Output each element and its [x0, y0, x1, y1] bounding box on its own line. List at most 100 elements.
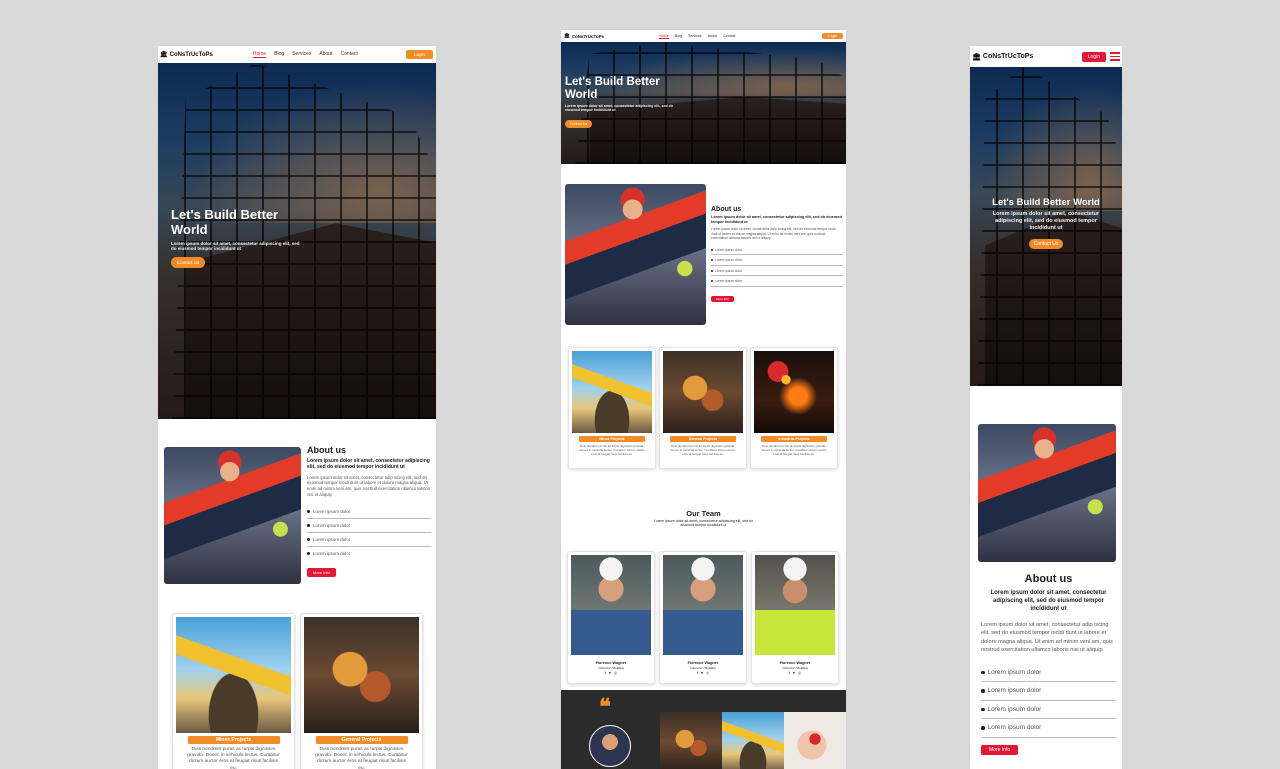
brand-logo[interactable]: 🏛 CoNsTrUcToPs [564, 33, 604, 39]
preview-desktop: 🏛 CoNsTrUcToPs Home Blog Services About … [158, 46, 436, 769]
about-section: About us Lorem ipsum dolor sit amet, con… [158, 419, 436, 609]
team-card[interactable]: Florence Wagner Instructor / Building f ♥… [659, 551, 747, 684]
nav-home[interactable]: Home [252, 51, 267, 58]
list-item: Lorem ipsum dolor [711, 266, 843, 277]
brand-logo[interactable]: 🏛 CoNsTrUcToPs [972, 53, 1033, 61]
project-card[interactable]: General Projects Duis hendrerit purus ac… [659, 347, 747, 469]
about-title: About us [711, 206, 742, 213]
preview-full-page: 🏛 CoNsTrUcToPs Home Blog Services About … [561, 30, 846, 769]
bullet-icon [711, 280, 713, 283]
project-card[interactable]: General Projects Duis hendrerit purus ac… [300, 613, 423, 769]
member-name: Florence Wagner [779, 661, 811, 665]
about-photo [978, 424, 1116, 562]
about-body: Lorem ipsum dolor sit amet, consectetur … [307, 474, 430, 497]
list-item: Lorem ipsum dolor [981, 701, 1116, 720]
login-button[interactable]: Login [1081, 51, 1106, 62]
project-image [754, 351, 834, 433]
nav-contact[interactable]: Contact [723, 34, 735, 39]
member-name: Florence Wagner [595, 661, 627, 665]
brand-name: CoNsTrUcToPs [571, 33, 605, 39]
team-subtitle: Lorem ipsum dolor sit amet, consectetur … [653, 519, 754, 528]
instagram-icon[interactable]: ◎ [614, 671, 617, 675]
bullet-icon [711, 248, 713, 251]
team-card[interactable]: Florence Wagner Instructor / Building f ♥… [751, 551, 839, 684]
hamburger-menu-icon[interactable] [1110, 52, 1120, 61]
bullet-icon [981, 707, 985, 712]
bullet-icon [981, 689, 985, 693]
about-photo [565, 184, 706, 325]
preview-mobile: 🏛 CoNsTrUcToPs Login Let's Build Better … [970, 46, 1122, 769]
gallery-image [784, 712, 846, 769]
twitter-icon[interactable]: ♥ [793, 671, 795, 675]
more-info-button[interactable]: More Info [711, 295, 734, 302]
quote-icon: ❝ [599, 694, 611, 719]
nav-about[interactable]: About [708, 34, 717, 39]
bullet-icon [307, 537, 310, 541]
testimonial-section: ❝ [561, 690, 846, 769]
facebook-icon[interactable]: f [605, 671, 606, 675]
facebook-icon[interactable]: f [697, 671, 698, 675]
nav-contact[interactable]: Contact [340, 51, 357, 58]
nav-about[interactable]: About [319, 51, 332, 58]
login-button[interactable]: Login [822, 33, 843, 39]
project-card[interactable]: Mines Projects Duis hendrerit purus ac t… [172, 613, 295, 769]
navbar: 🏛 CoNsTrUcToPs Home Blog Services About … [561, 30, 846, 42]
projects-section: Mines Projects Duis hendrerit purus ac t… [561, 344, 846, 484]
twitter-icon[interactable]: ♥ [701, 671, 703, 675]
project-card[interactable]: Industrial Projects Duis hendrerit purus… [750, 347, 838, 469]
list-item: Lorem ipsum dolor [307, 547, 431, 561]
facebook-icon[interactable]: f [789, 671, 790, 675]
project-label: General Projects [315, 736, 408, 744]
member-role: Instructor / Building [782, 666, 808, 670]
project-label: Mines Projects [187, 736, 280, 744]
list-item: Lorem ipsum dolor [711, 255, 843, 266]
team-card[interactable]: Florence Wagner Instructor / Building f ♥… [567, 551, 655, 684]
contact-us-button[interactable]: Contact Us [1028, 239, 1064, 250]
hero-subtitle: Lorem ipsum dolor sit amet, consectetur … [171, 241, 300, 252]
more-info-button[interactable]: More Info [981, 744, 1019, 755]
hero-title: Let's Build Better World [992, 197, 1100, 208]
project-image [304, 617, 419, 733]
contact-us-button[interactable]: Contact Us [171, 257, 206, 269]
instagram-icon[interactable]: ◎ [798, 671, 801, 675]
about-title: About us [1024, 573, 1073, 585]
nav-blog[interactable]: Blog [675, 34, 682, 39]
gallery-image [660, 712, 722, 769]
project-text: Duis hendrerit purus ac turpis dignissim… [187, 747, 280, 769]
building-icon: 🏛 [160, 52, 168, 58]
list-item: Lorem ipsum dolor [307, 519, 431, 533]
twitter-icon[interactable]: ♥ [609, 671, 611, 675]
hero-subtitle: Lorem ipsum dolor sit amet, consectetur … [992, 210, 1100, 231]
team-title: Our Team [686, 509, 721, 518]
bullet-icon [307, 509, 310, 513]
project-image [176, 617, 291, 733]
list-item: Lorem ipsum dolor [307, 505, 431, 519]
member-role: Instructor / Building [690, 666, 716, 670]
login-button[interactable]: Login [405, 50, 433, 59]
project-image [572, 351, 652, 433]
nav-services[interactable]: Services [292, 51, 311, 58]
hero-subtitle: Lorem ipsum dolor sit amet, consectetur … [565, 103, 674, 112]
bullet-icon [307, 523, 310, 527]
about-section: About us Lorem ipsum dolor sit amet, con… [970, 386, 1122, 769]
nav-home[interactable]: Home [659, 34, 669, 39]
instagram-icon[interactable]: ◎ [706, 671, 709, 675]
bullet-icon [711, 269, 713, 272]
brand-logo[interactable]: 🏛 CoNsTrUcToPs [160, 51, 213, 59]
project-text: Duis hendrerit purus ac turpis dignissim… [579, 444, 645, 457]
nav-services[interactable]: Services [688, 34, 702, 39]
bullet-icon [981, 726, 985, 730]
team-photo [663, 555, 743, 655]
nav-blog[interactable]: Blog [274, 51, 284, 58]
hero-section: Let's Build Better World Lorem ipsum dol… [970, 67, 1122, 386]
about-body: Lorem ipsum dolor sit amet, consectetur … [981, 622, 1113, 653]
list-item: Lorem ipsum dolor [711, 245, 843, 256]
project-card[interactable]: Mines Projects Duis hendrerit purus ac t… [568, 347, 656, 469]
bullet-icon [711, 259, 713, 262]
hero-title: Let's Build Better World [565, 76, 660, 101]
about-lead: Lorem ipsum dolor sit amet, consectetur … [307, 458, 430, 471]
more-info-button[interactable]: More Info [307, 567, 336, 577]
testimonial-avatar [589, 725, 631, 767]
project-text: Duis hendrerit purus ac turpis dignissim… [761, 444, 827, 457]
contact-us-button[interactable]: Contact Us [565, 119, 593, 128]
